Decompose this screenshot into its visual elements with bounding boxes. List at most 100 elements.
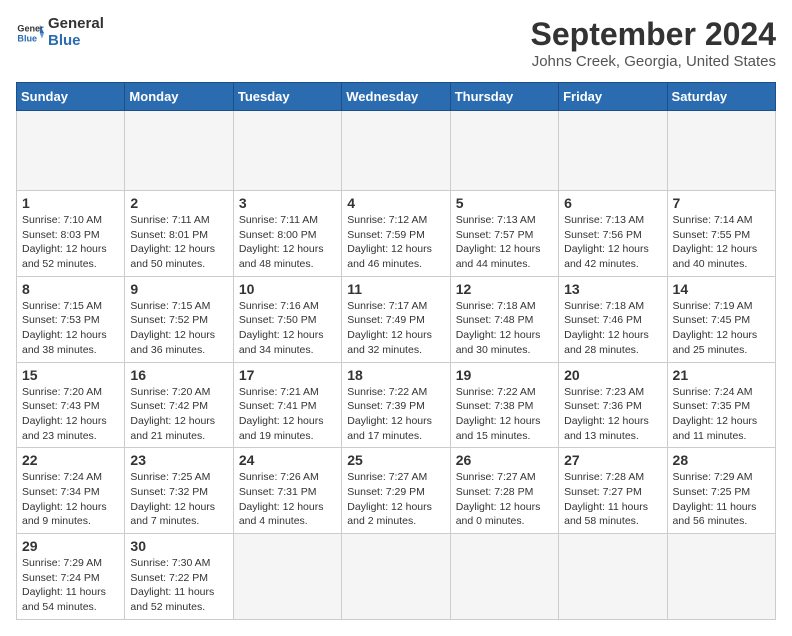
day-number: 7 bbox=[673, 195, 770, 211]
weekday-header-friday: Friday bbox=[559, 83, 667, 111]
calendar-cell bbox=[667, 111, 775, 191]
day-info: Sunrise: 7:22 AM Sunset: 7:39 PM Dayligh… bbox=[347, 385, 444, 444]
day-info: Sunrise: 7:12 AM Sunset: 7:59 PM Dayligh… bbox=[347, 213, 444, 272]
day-info: Sunrise: 7:10 AM Sunset: 8:03 PM Dayligh… bbox=[22, 213, 119, 272]
calendar-cell: 29 Sunrise: 7:29 AM Sunset: 7:24 PM Dayli… bbox=[17, 534, 125, 620]
calendar-cell bbox=[342, 111, 450, 191]
day-info: Sunrise: 7:11 AM Sunset: 8:01 PM Dayligh… bbox=[130, 213, 227, 272]
calendar-cell: 3Sunrise: 7:11 AM Sunset: 8:00 PM Daylig… bbox=[233, 191, 341, 277]
calendar-cell: 12 Sunrise: 7:18 AM Sunset: 7:48 PM Dayli… bbox=[450, 276, 558, 362]
weekday-header-monday: Monday bbox=[125, 83, 233, 111]
day-number: 12 bbox=[456, 281, 553, 297]
calendar-cell: 1 Sunrise: 7:10 AM Sunset: 8:03 PM Daylig… bbox=[17, 191, 125, 277]
day-info: Sunrise: 7:13 AM Sunset: 7:57 PM Dayligh… bbox=[456, 213, 553, 272]
day-info: Sunrise: 7:28 AM Sunset: 7:27 PM Dayligh… bbox=[564, 470, 661, 529]
day-number: 19 bbox=[456, 367, 553, 383]
day-info: Sunrise: 7:22 AM Sunset: 7:38 PM Dayligh… bbox=[456, 385, 553, 444]
day-number: 16 bbox=[130, 367, 227, 383]
title-block: September 2024 Johns Creek, Georgia, Uni… bbox=[531, 16, 776, 70]
calendar-cell: 9 Sunrise: 7:15 AM Sunset: 7:52 PM Daylig… bbox=[125, 276, 233, 362]
day-number: 5 bbox=[456, 195, 553, 211]
day-number: 30 bbox=[130, 538, 227, 554]
day-info: Sunrise: 7:18 AM Sunset: 7:48 PM Dayligh… bbox=[456, 299, 553, 358]
day-info: Sunrise: 7:27 AM Sunset: 7:28 PM Dayligh… bbox=[456, 470, 553, 529]
day-number: 11 bbox=[347, 281, 444, 297]
calendar-cell bbox=[559, 534, 667, 620]
day-info: Sunrise: 7:30 AM Sunset: 7:22 PM Dayligh… bbox=[130, 556, 227, 615]
day-number: 13 bbox=[564, 281, 661, 297]
calendar-cell: 26 Sunrise: 7:27 AM Sunset: 7:28 PM Dayli… bbox=[450, 448, 558, 534]
calendar-cell bbox=[450, 111, 558, 191]
day-info: Sunrise: 7:24 AM Sunset: 7:35 PM Dayligh… bbox=[673, 385, 770, 444]
month-year-title: September 2024 bbox=[531, 16, 776, 53]
day-info: Sunrise: 7:11 AM Sunset: 8:00 PM Dayligh… bbox=[239, 213, 336, 272]
day-number: 29 bbox=[22, 538, 119, 554]
day-info: Sunrise: 7:29 AM Sunset: 7:24 PM Dayligh… bbox=[22, 556, 119, 615]
svg-text:Blue: Blue bbox=[17, 33, 37, 43]
weekday-header-thursday: Thursday bbox=[450, 83, 558, 111]
day-number: 24 bbox=[239, 452, 336, 468]
calendar-cell bbox=[17, 111, 125, 191]
day-number: 17 bbox=[239, 367, 336, 383]
location-subtitle: Johns Creek, Georgia, United States bbox=[531, 53, 776, 70]
calendar-week-row: 22 Sunrise: 7:24 AM Sunset: 7:34 PM Dayli… bbox=[17, 448, 776, 534]
day-info: Sunrise: 7:20 AM Sunset: 7:43 PM Dayligh… bbox=[22, 385, 119, 444]
day-info: Sunrise: 7:21 AM Sunset: 7:41 PM Dayligh… bbox=[239, 385, 336, 444]
day-number: 21 bbox=[673, 367, 770, 383]
weekday-header-sunday: Sunday bbox=[17, 83, 125, 111]
calendar-cell: 8Sunrise: 7:15 AM Sunset: 7:53 PM Daylig… bbox=[17, 276, 125, 362]
calendar-cell: 13 Sunrise: 7:18 AM Sunset: 7:46 PM Dayli… bbox=[559, 276, 667, 362]
logo: General Blue General Blue bbox=[16, 16, 104, 49]
day-info: Sunrise: 7:15 AM Sunset: 7:52 PM Dayligh… bbox=[130, 299, 227, 358]
day-number: 22 bbox=[22, 452, 119, 468]
calendar-header-row: SundayMondayTuesdayWednesdayThursdayFrid… bbox=[17, 83, 776, 111]
calendar-week-row: 15Sunrise: 7:20 AM Sunset: 7:43 PM Dayli… bbox=[17, 362, 776, 448]
calendar-week-row bbox=[17, 111, 776, 191]
day-number: 27 bbox=[564, 452, 661, 468]
page-header: General Blue General Blue September 2024… bbox=[16, 16, 776, 70]
day-number: 18 bbox=[347, 367, 444, 383]
day-info: Sunrise: 7:19 AM Sunset: 7:45 PM Dayligh… bbox=[673, 299, 770, 358]
day-info: Sunrise: 7:18 AM Sunset: 7:46 PM Dayligh… bbox=[564, 299, 661, 358]
weekday-header-saturday: Saturday bbox=[667, 83, 775, 111]
logo-general: General bbox=[48, 16, 104, 33]
calendar-week-row: 29 Sunrise: 7:29 AM Sunset: 7:24 PM Dayli… bbox=[17, 534, 776, 620]
day-number: 26 bbox=[456, 452, 553, 468]
day-number: 1 bbox=[22, 195, 119, 211]
day-info: Sunrise: 7:27 AM Sunset: 7:29 PM Dayligh… bbox=[347, 470, 444, 529]
calendar-cell: 18 Sunrise: 7:22 AM Sunset: 7:39 PM Dayli… bbox=[342, 362, 450, 448]
calendar-cell bbox=[233, 534, 341, 620]
calendar-cell: 27 Sunrise: 7:28 AM Sunset: 7:27 PM Dayli… bbox=[559, 448, 667, 534]
day-number: 20 bbox=[564, 367, 661, 383]
day-info: Sunrise: 7:17 AM Sunset: 7:49 PM Dayligh… bbox=[347, 299, 444, 358]
day-number: 9 bbox=[130, 281, 227, 297]
calendar-cell: 19 Sunrise: 7:22 AM Sunset: 7:38 PM Dayli… bbox=[450, 362, 558, 448]
day-info: Sunrise: 7:14 AM Sunset: 7:55 PM Dayligh… bbox=[673, 213, 770, 272]
calendar-cell: 25Sunrise: 7:27 AM Sunset: 7:29 PM Dayli… bbox=[342, 448, 450, 534]
calendar-cell: 24 Sunrise: 7:26 AM Sunset: 7:31 PM Dayli… bbox=[233, 448, 341, 534]
calendar-cell: 16Sunrise: 7:20 AM Sunset: 7:42 PM Dayli… bbox=[125, 362, 233, 448]
day-number: 14 bbox=[673, 281, 770, 297]
calendar-cell: 15Sunrise: 7:20 AM Sunset: 7:43 PM Dayli… bbox=[17, 362, 125, 448]
day-number: 4 bbox=[347, 195, 444, 211]
calendar-week-row: 8Sunrise: 7:15 AM Sunset: 7:53 PM Daylig… bbox=[17, 276, 776, 362]
calendar-cell: 17 Sunrise: 7:21 AM Sunset: 7:41 PM Dayli… bbox=[233, 362, 341, 448]
day-info: Sunrise: 7:25 AM Sunset: 7:32 PM Dayligh… bbox=[130, 470, 227, 529]
day-number: 8 bbox=[22, 281, 119, 297]
calendar-cell: 10Sunrise: 7:16 AM Sunset: 7:50 PM Dayli… bbox=[233, 276, 341, 362]
calendar-cell bbox=[559, 111, 667, 191]
calendar-cell bbox=[342, 534, 450, 620]
day-info: Sunrise: 7:16 AM Sunset: 7:50 PM Dayligh… bbox=[239, 299, 336, 358]
day-info: Sunrise: 7:29 AM Sunset: 7:25 PM Dayligh… bbox=[673, 470, 770, 529]
calendar-cell bbox=[450, 534, 558, 620]
calendar-cell bbox=[667, 534, 775, 620]
day-info: Sunrise: 7:26 AM Sunset: 7:31 PM Dayligh… bbox=[239, 470, 336, 529]
day-info: Sunrise: 7:24 AM Sunset: 7:34 PM Dayligh… bbox=[22, 470, 119, 529]
calendar-cell: 22 Sunrise: 7:24 AM Sunset: 7:34 PM Dayli… bbox=[17, 448, 125, 534]
calendar-cell: 20Sunrise: 7:23 AM Sunset: 7:36 PM Dayli… bbox=[559, 362, 667, 448]
calendar-cell: 30 Sunrise: 7:30 AM Sunset: 7:22 PM Dayli… bbox=[125, 534, 233, 620]
calendar-week-row: 1 Sunrise: 7:10 AM Sunset: 8:03 PM Daylig… bbox=[17, 191, 776, 277]
calendar-cell: 2Sunrise: 7:11 AM Sunset: 8:01 PM Daylig… bbox=[125, 191, 233, 277]
calendar-cell: 11 Sunrise: 7:17 AM Sunset: 7:49 PM Dayli… bbox=[342, 276, 450, 362]
calendar-table: SundayMondayTuesdayWednesdayThursdayFrid… bbox=[16, 82, 776, 620]
